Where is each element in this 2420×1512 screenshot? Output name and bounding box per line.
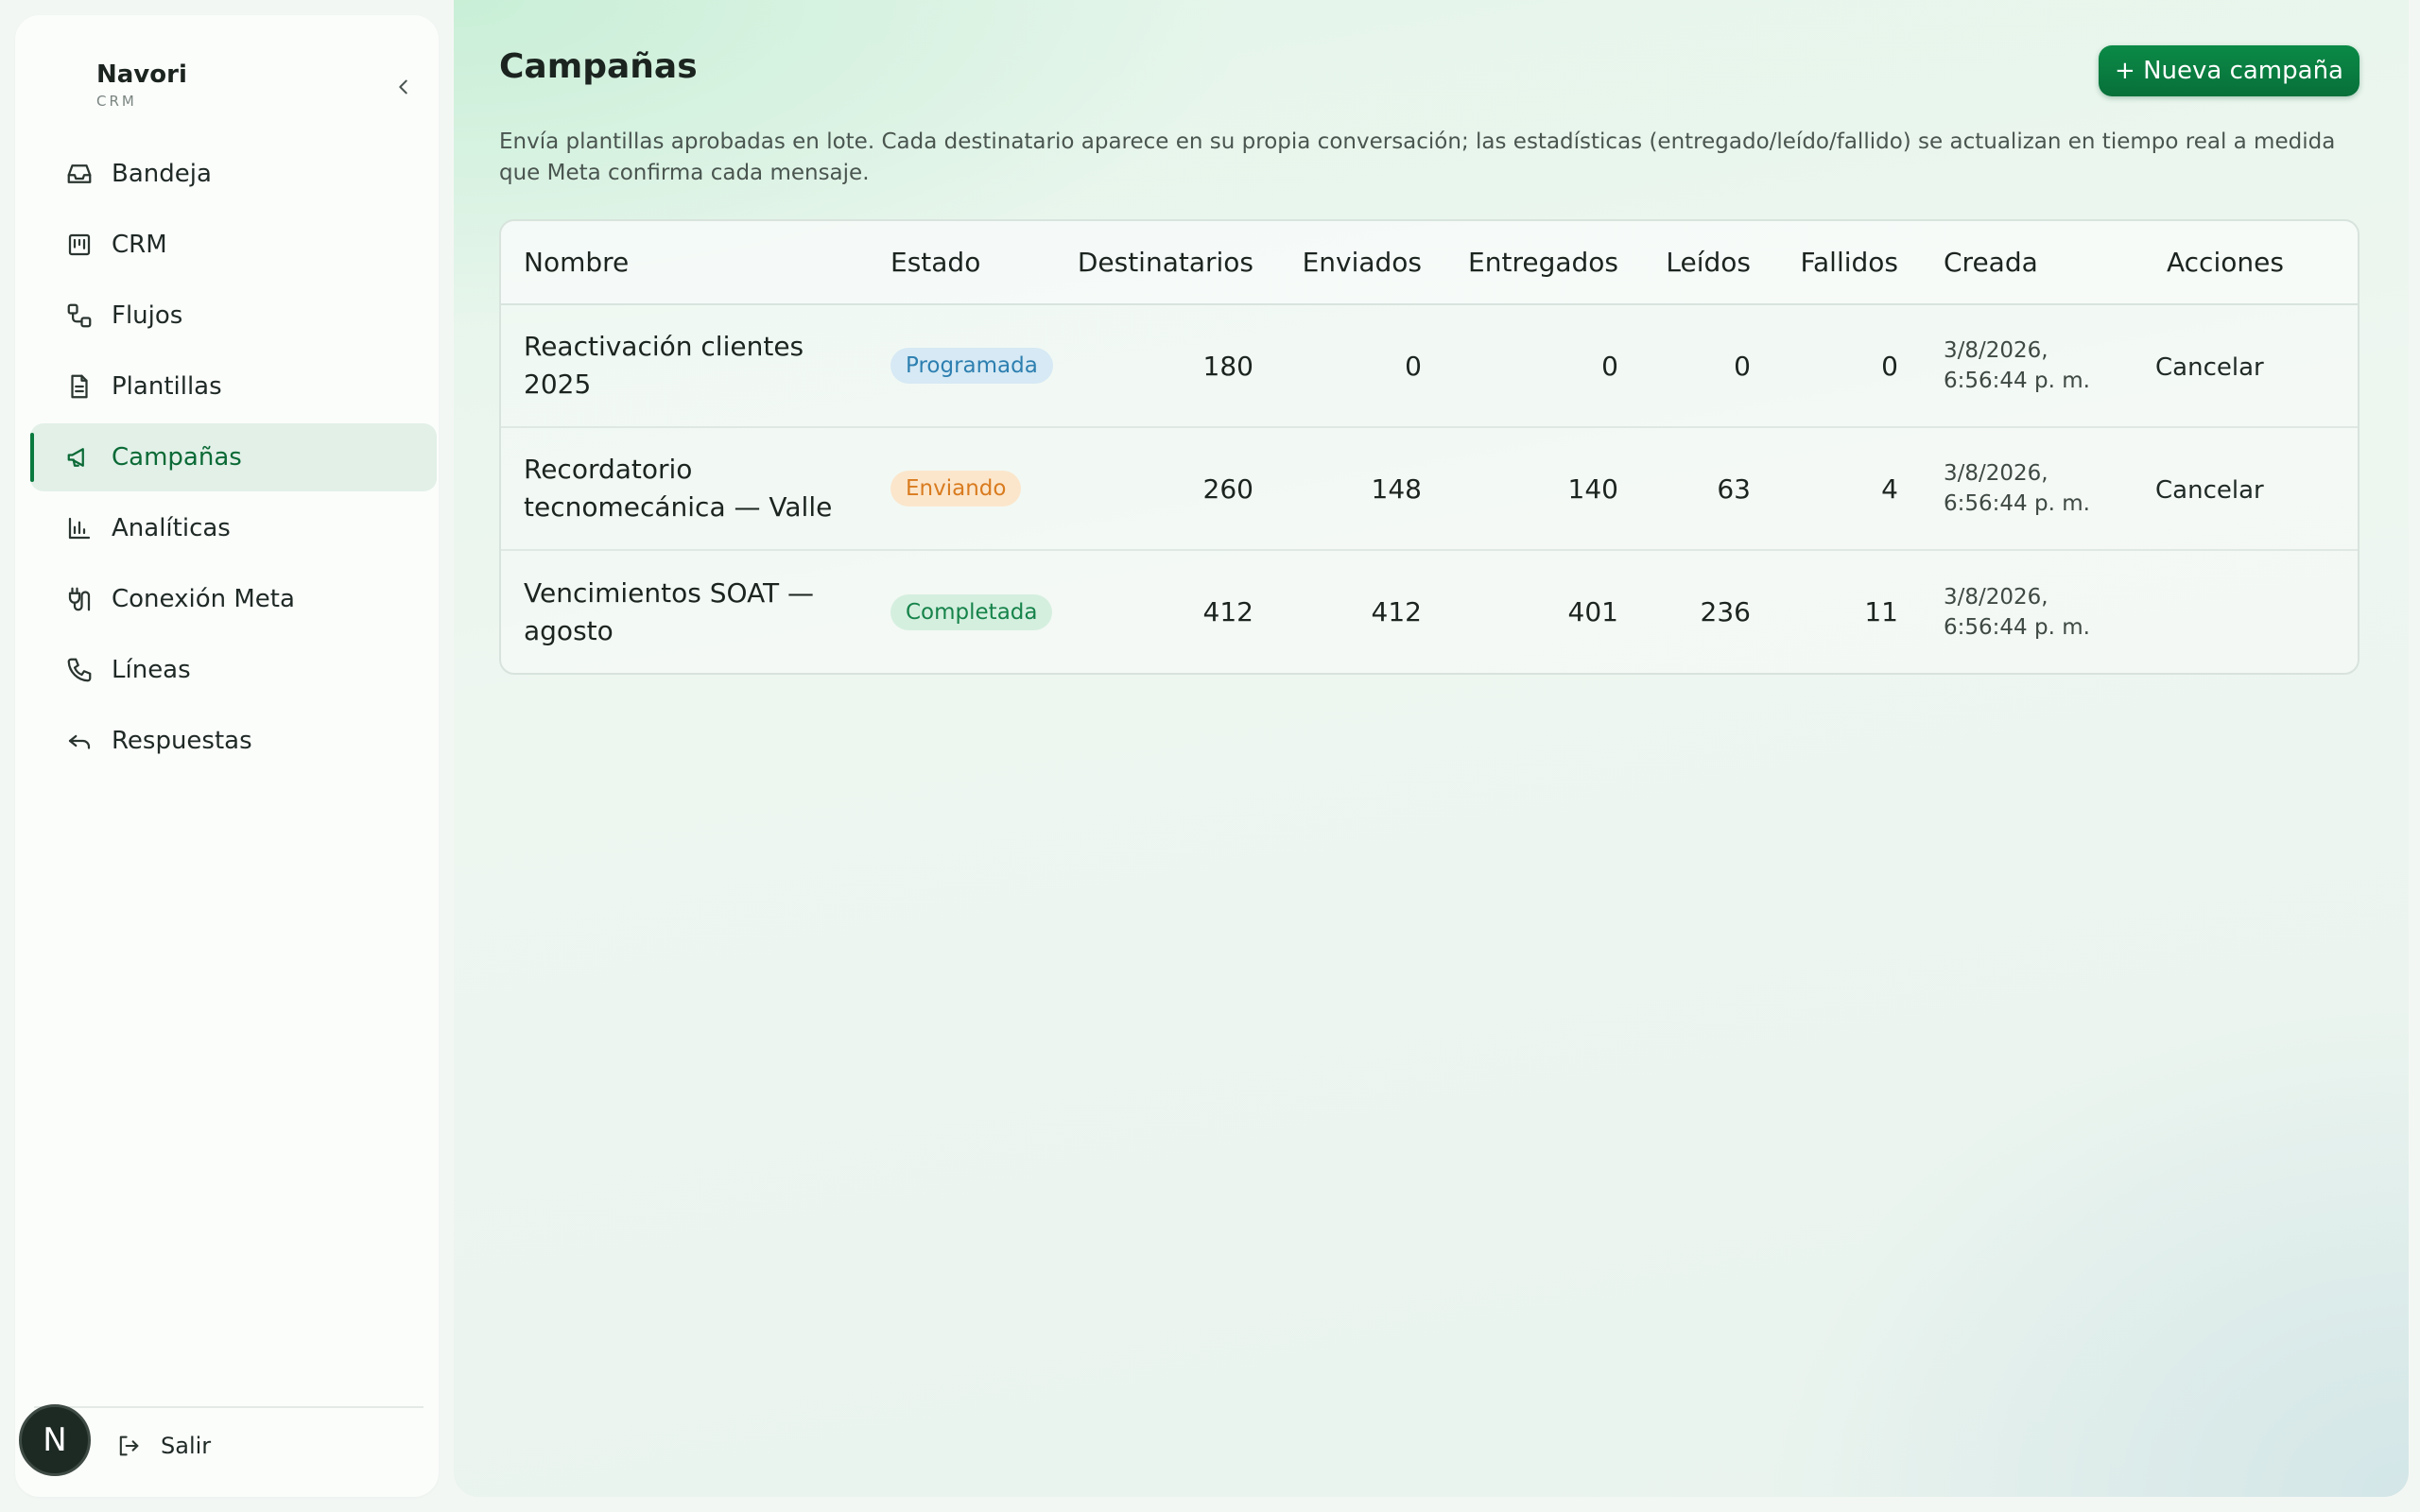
created-date-day: 3/8/2026,: [1944, 461, 2048, 486]
created-date-time: 6:56:44 p. m.: [1944, 369, 2090, 393]
sidebar-item-crm[interactable]: CRM: [30, 211, 437, 279]
campaigns-table-card: Nombre Estado Destinatarios Enviados Ent…: [499, 219, 2360, 675]
failed-count: 4: [1773, 426, 1921, 550]
logout-button[interactable]: Salir: [115, 1433, 211, 1459]
megaphone-icon: [64, 442, 95, 472]
created-date: 3/8/2026, 6:56:44 p. m.: [1921, 304, 2144, 427]
table-header-row: Nombre Estado Destinatarios Enviados Ent…: [501, 221, 2358, 305]
sidebar-item-label: Respuestas: [112, 727, 252, 755]
header-acciones: Acciones: [2144, 221, 2358, 305]
sidebar-item-analiticas[interactable]: Analíticas: [30, 494, 437, 562]
sidebar-item-campanas[interactable]: Campañas: [30, 423, 437, 491]
sidebar-item-label: Analíticas: [112, 514, 231, 542]
recipients-count: 260: [1047, 426, 1276, 550]
created-date-time: 6:56:44 p. m.: [1944, 491, 2090, 516]
sidebar-item-conexion-meta[interactable]: Conexión Meta: [30, 565, 437, 633]
campaign-name: Vencimientos SOAT — agosto: [501, 549, 868, 673]
campaigns-table: Nombre Estado Destinatarios Enviados Ent…: [501, 221, 2358, 673]
header-destinatarios[interactable]: Destinatarios: [1047, 221, 1276, 305]
created-date: 3/8/2026, 6:56:44 p. m.: [1921, 426, 2144, 550]
bar-chart-icon: [64, 513, 95, 543]
sidebar-nav: Bandeja CRM Flujos Plantillas Campañas A…: [30, 140, 437, 778]
actions-cell: Cancelar: [2144, 426, 2358, 550]
sidebar-item-label: CRM: [112, 231, 167, 259]
sent-count: 148: [1276, 426, 1444, 550]
phone-icon: [64, 655, 95, 685]
sidebar-item-bandeja[interactable]: Bandeja: [30, 140, 437, 208]
header-fallidos[interactable]: Fallidos: [1773, 221, 1921, 305]
chevron-left-icon: [399, 79, 407, 94]
header-enviados[interactable]: Enviados: [1276, 221, 1444, 305]
inbox-icon: [64, 159, 95, 189]
sidebar-item-lineas[interactable]: Líneas: [30, 636, 437, 704]
new-campaign-button[interactable]: + Nueva campaña: [2099, 45, 2360, 96]
failed-count: 0: [1881, 350, 1898, 382]
document-icon: [64, 371, 95, 402]
sent-count: 412: [1276, 549, 1444, 673]
sidebar: Navori CRM Bandeja CRM Flujos Plantillas…: [15, 15, 439, 1497]
recipients-count: 180: [1202, 350, 1253, 382]
sidebar-item-label: Bandeja: [112, 160, 212, 188]
created-date-time: 6:56:44 p. m.: [1944, 614, 2090, 640]
delivered-count: 140: [1444, 426, 1641, 550]
recipients-count: 412: [1047, 549, 1276, 673]
sidebar-divider: [34, 1406, 424, 1408]
plug-icon: [64, 584, 95, 614]
cancel-campaign-button[interactable]: Cancelar: [2155, 353, 2264, 382]
kanban-icon: [64, 230, 95, 260]
sidebar-item-label: Conexión Meta: [112, 585, 295, 613]
sidebar-item-label: Campañas: [112, 443, 242, 472]
sidebar-item-label: Líneas: [112, 656, 191, 684]
status-badge: Programada: [890, 348, 1053, 384]
cancel-campaign-button[interactable]: Cancelar: [2155, 476, 2264, 505]
header-entregados[interactable]: Entregados: [1444, 221, 1641, 305]
status-badge: Enviando: [890, 471, 1022, 507]
table-row[interactable]: Vencimientos SOAT — agosto Completada 41…: [501, 549, 2358, 673]
header-leidos[interactable]: Leídos: [1641, 221, 1773, 305]
actions-cell: [2144, 549, 2358, 673]
main-content: Campañas + Nueva campaña Envía plantilla…: [454, 0, 2409, 1497]
sent-count: 0: [1405, 350, 1422, 382]
created-date-day: 3/8/2026,: [1944, 584, 2048, 610]
avatar[interactable]: N: [19, 1404, 91, 1476]
campaign-name: Reactivación clientes 2025: [524, 331, 804, 400]
logout-icon: [119, 1435, 139, 1456]
page-description: Envía plantillas aprobadas en lote. Cada…: [499, 129, 2336, 185]
status-badge: Completada: [890, 593, 1053, 630]
brand: Navori CRM: [96, 60, 187, 110]
table-row[interactable]: Reactivación clientes 2025 Programada 18…: [501, 304, 2358, 427]
read-count: 0: [1734, 350, 1751, 382]
brand-subtitle: CRM: [96, 93, 137, 110]
header-creada[interactable]: Creada: [1921, 221, 2144, 305]
reply-icon: [64, 726, 95, 756]
sidebar-item-respuestas[interactable]: Respuestas: [30, 707, 437, 775]
sidebar-item-label: Plantillas: [112, 372, 222, 401]
read-count: 63: [1641, 426, 1773, 550]
status-cell: Enviando: [868, 426, 1047, 550]
sidebar-item-label: Flujos: [112, 301, 183, 330]
table-row[interactable]: Recordatorio tecnomecánica — Valle Envia…: [501, 426, 2358, 550]
delivered-count: 401: [1444, 549, 1641, 673]
failed-count: 11: [1773, 549, 1921, 673]
workflow-icon: [64, 301, 95, 331]
delivered-count: 0: [1601, 350, 1618, 382]
read-count: 236: [1641, 549, 1773, 673]
status-cell: Completada: [868, 549, 1053, 673]
sidebar-item-plantillas[interactable]: Plantillas: [30, 352, 437, 421]
brand-name: Navori: [96, 60, 187, 89]
page-title: Campañas: [499, 47, 698, 86]
header-estado[interactable]: Estado: [868, 221, 1047, 305]
collapse-sidebar-button[interactable]: [380, 70, 427, 104]
created-date-day: 3/8/2026,: [1944, 338, 2048, 363]
actions-cell: Cancelar: [2144, 304, 2358, 427]
logout-label: Salir: [161, 1433, 212, 1459]
status-cell: Programada: [868, 304, 1053, 427]
campaign-name: Recordatorio tecnomecánica — Valle: [501, 426, 868, 550]
created-date: 3/8/2026, 6:56:44 p. m.: [1921, 549, 2144, 673]
sidebar-item-flujos[interactable]: Flujos: [30, 282, 437, 350]
header-nombre[interactable]: Nombre: [501, 221, 868, 305]
